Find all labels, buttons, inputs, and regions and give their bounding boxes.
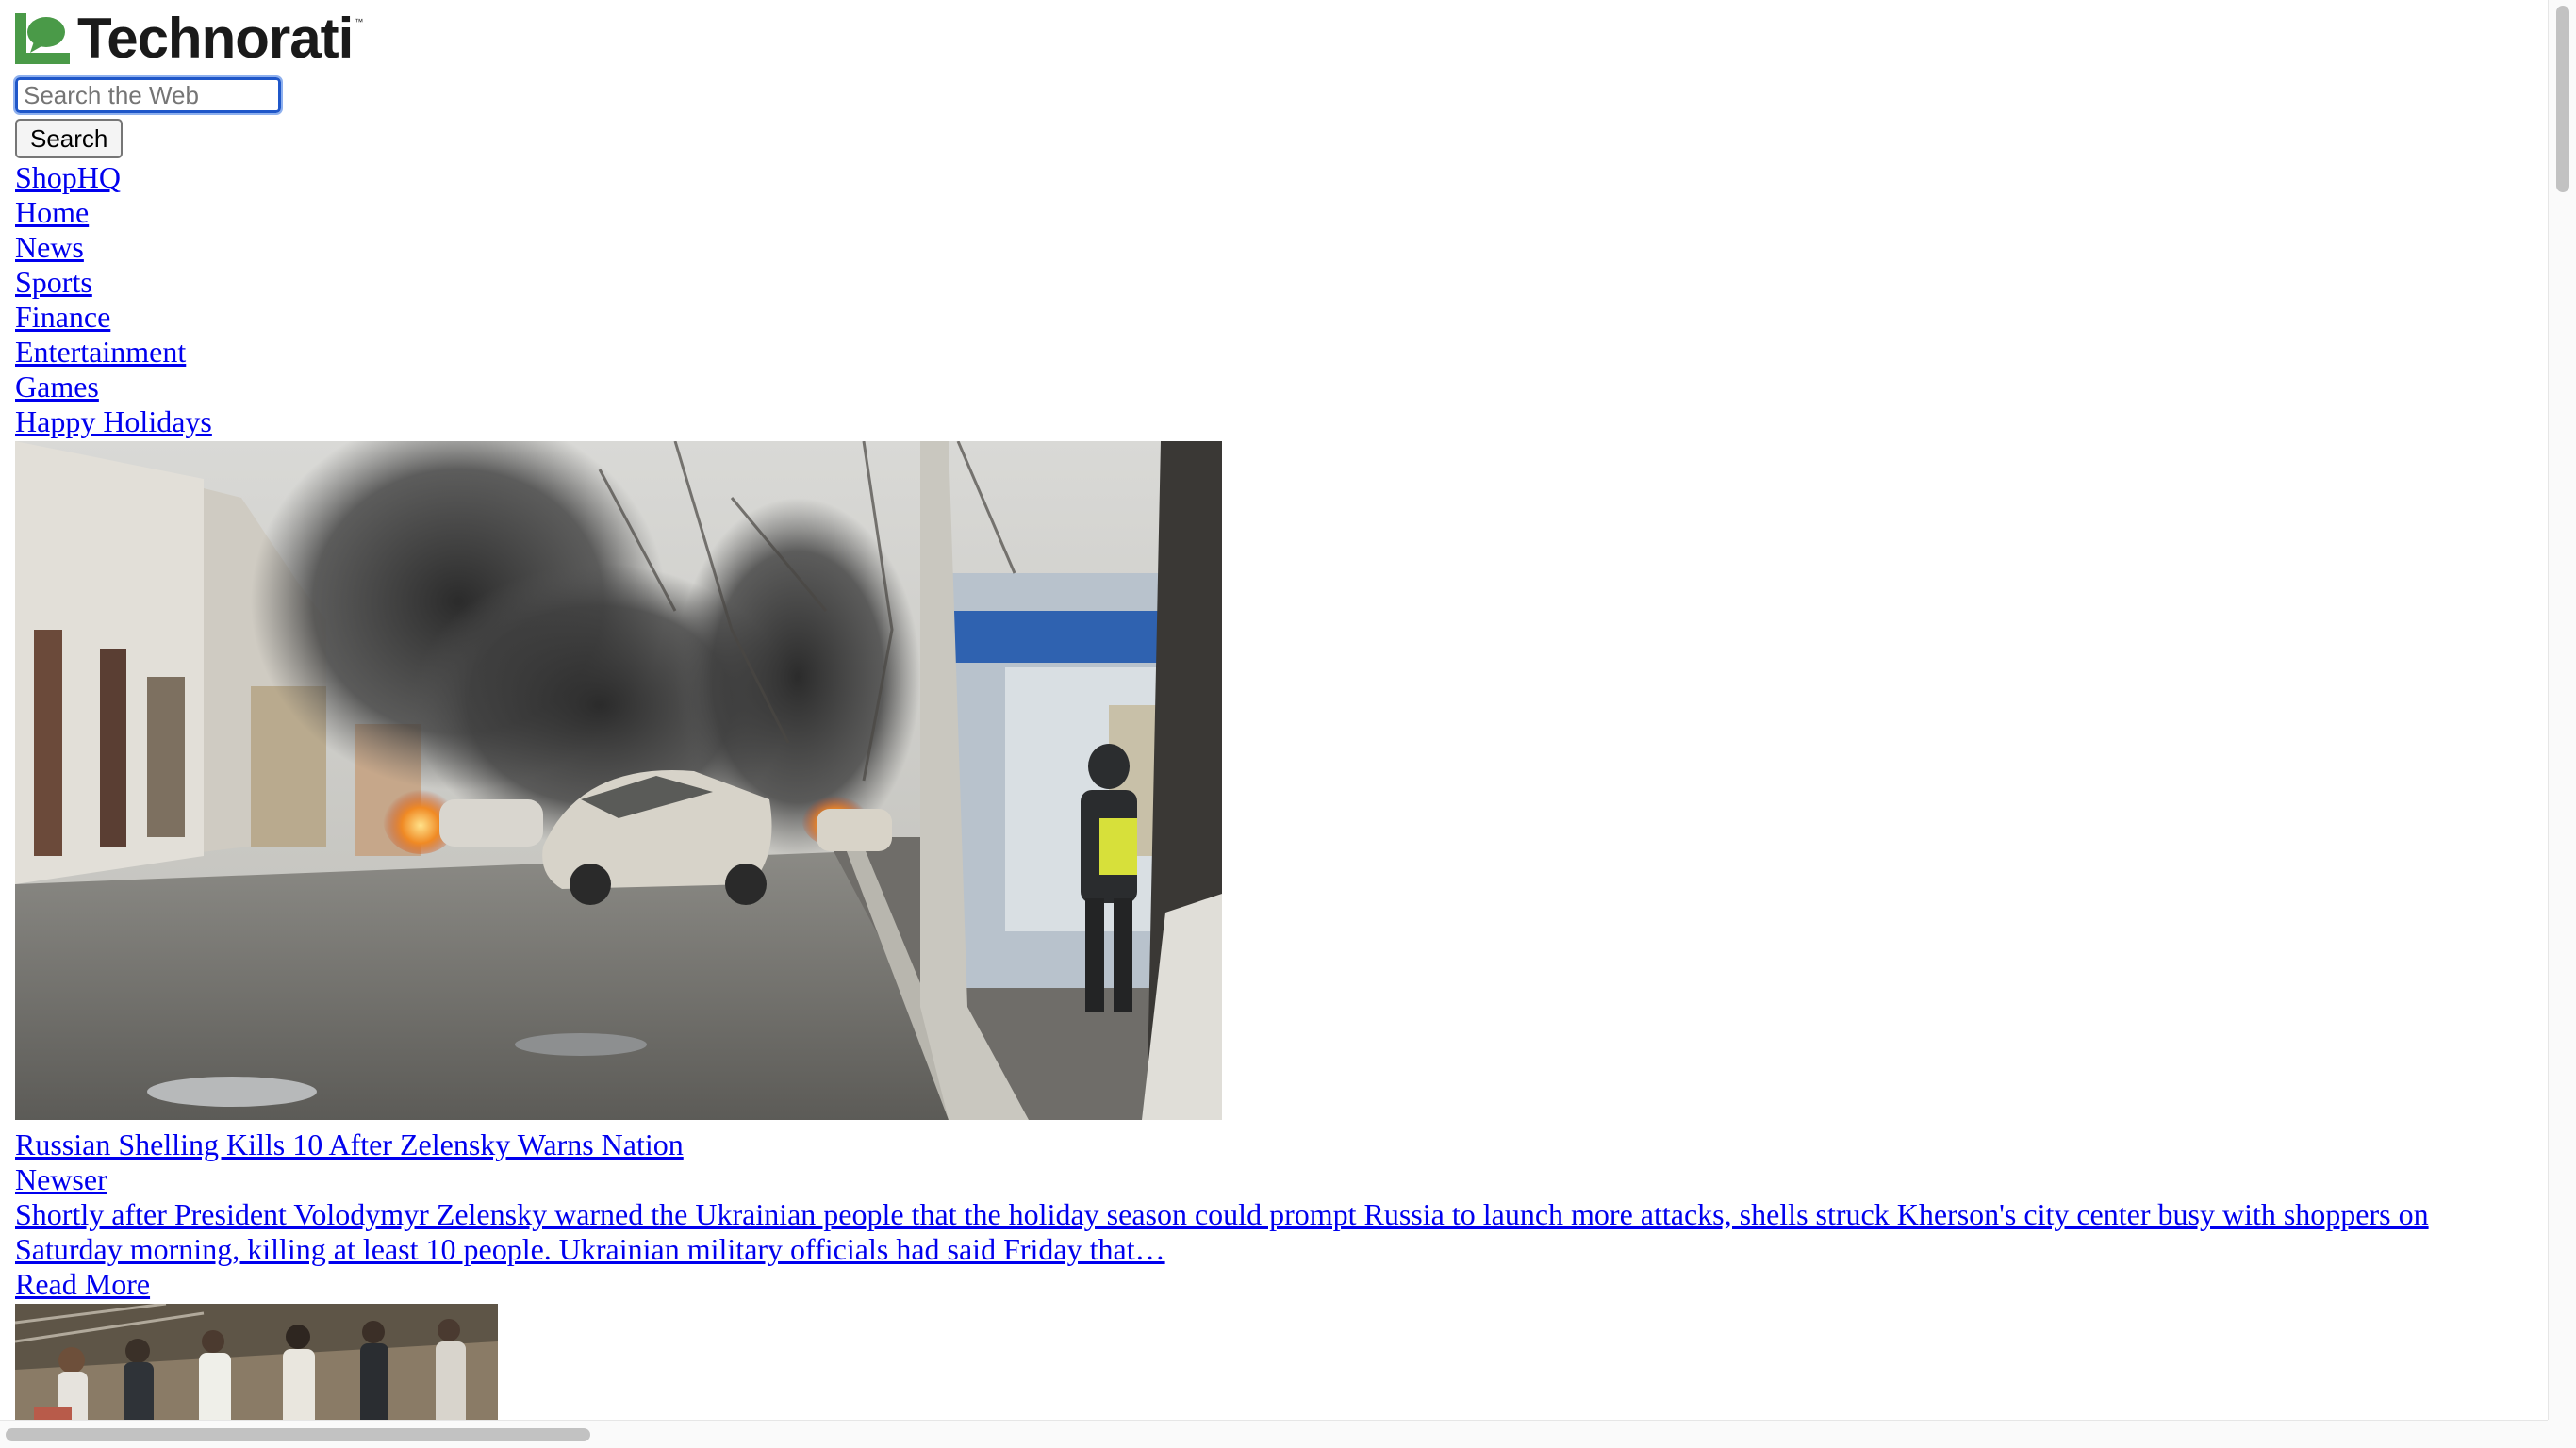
logo-text: Technorati	[77, 7, 354, 70]
search-button[interactable]: Search	[15, 119, 124, 158]
story-headline-link[interactable]: Russian Shelling Kills 10 After Zelensky…	[15, 1127, 2523, 1162]
search-input[interactable]	[13, 75, 283, 115]
nav-link-news[interactable]: News	[15, 230, 2523, 265]
nav-links: ShopHQ Home News Sports Finance Entertai…	[15, 160, 2523, 439]
next-story-photo	[15, 1304, 498, 1420]
nav-link-happy-holidays[interactable]: Happy Holidays	[15, 404, 2523, 439]
speech-bubble-logo-icon	[15, 13, 70, 64]
logo-trademark: ™	[355, 17, 364, 26]
story-summary-link[interactable]: Shortly after President Volodymyr Zelens…	[15, 1197, 2504, 1267]
horizontal-scrollbar[interactable]	[0, 1420, 2548, 1448]
nav-link-entertainment[interactable]: Entertainment	[15, 335, 2523, 370]
vertical-scrollbar[interactable]	[2548, 0, 2576, 1420]
story-item: Russian Shelling Kills 10 After Zelensky…	[15, 1127, 2523, 1302]
nav-link-games[interactable]: Games	[15, 370, 2523, 404]
story-image-link[interactable]	[15, 441, 1222, 1120]
story-photo	[15, 441, 1222, 1120]
vertical-scrollbar-thumb[interactable]	[2556, 6, 2569, 192]
nav-link-home[interactable]: Home	[15, 195, 2523, 230]
main-content: Technorati ™ Search ShopHQ Home News Spo…	[13, 7, 2523, 1420]
nav-link-shophq[interactable]: ShopHQ	[15, 160, 2523, 195]
nav-link-finance[interactable]: Finance	[15, 300, 2523, 335]
horizontal-scrollbar-thumb[interactable]	[6, 1428, 590, 1441]
read-more-link[interactable]: Read More	[15, 1267, 2523, 1302]
scrollbar-corner	[2548, 1420, 2576, 1448]
nav-link-sports[interactable]: Sports	[15, 265, 2523, 300]
technorati-logo[interactable]: Technorati ™	[15, 7, 2523, 70]
story-source-link[interactable]: Newser	[15, 1162, 2523, 1197]
page: Technorati ™ Search ShopHQ Home News Spo…	[0, 0, 2548, 1420]
next-story-image-link[interactable]	[15, 1304, 498, 1420]
